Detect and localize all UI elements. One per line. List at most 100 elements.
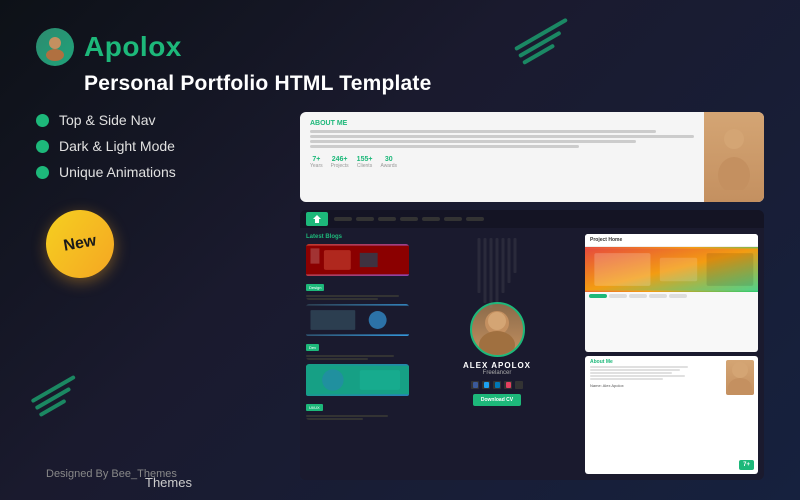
about-line-4 [590,375,685,377]
about-preview: About Me Name: Alex Apolox [585,356,758,474]
preview-line-1 [310,130,656,133]
preview-main-inner: Latest Blogs [300,228,764,480]
stat-item-1: 7+ Years [310,156,323,169]
blog-desc-6 [306,418,363,420]
blog-img-2 [306,304,409,336]
vert-line-6 [508,238,511,283]
blog-desc-5 [306,415,388,417]
portfolio-pill-3 [629,294,647,298]
portfolio-preview: Project Home [585,234,758,352]
nav-dot-1 [334,217,352,221]
portfolio-pill-1 [589,294,607,298]
new-badge: New [41,205,120,284]
nav-dot-5 [422,217,440,221]
left-panel: Top & Side Nav Dark & Light Mode Unique … [36,112,276,480]
feature-item-3: Unique Animations [36,164,276,180]
hero-title: Freelancer [483,370,512,376]
about-info-text: Name: Alex Apolox [590,383,624,388]
social-icon-tw [482,381,490,389]
brand-title: Apolox [84,31,182,63]
stat-item-2: 246+ Projects [331,156,349,169]
preview-hero: ALEX APOLOX Freelancer [415,228,579,480]
preview-right-section: Project Home [579,228,764,480]
preview-text-lines [310,130,694,148]
feature-dot-2 [36,140,49,153]
stat-number-2: 246+ [332,156,348,163]
blog-tag-1: Design [306,284,324,291]
vert-line-3 [490,238,493,308]
feature-dot-1 [36,114,49,127]
brand-avatar [36,28,74,66]
themes-label: Themes [145,475,192,490]
stat-number-4: 30 [385,156,393,163]
main-subtitle: Personal Portfolio HTML Template [84,72,764,96]
header: Apolox [36,28,764,66]
social-icon-in [504,381,512,389]
feature-item-2: Dark & Light Mode [36,138,276,154]
preview-line-3 [310,140,636,143]
preview-line-4 [310,145,579,148]
content-area: Top & Side Nav Dark & Light Mode Unique … [36,112,764,480]
feature-dot-3 [36,166,49,179]
vert-line-5 [502,238,505,293]
portfolio-pill-2 [609,294,627,298]
nav-home-btn [306,212,328,226]
blogs-colored: Blogs [325,234,342,240]
stat-number-1: 7+ [312,156,320,163]
social-icon-fb [471,381,479,389]
portfolio-pills [585,292,758,300]
vert-line-2 [484,238,487,303]
vert-line-1 [478,238,481,293]
nav-dot-2 [356,217,374,221]
stat-item-4: 30 Awards [380,156,397,169]
stat-label-2: Projects [331,163,349,169]
portrait-bg [704,112,764,202]
preview-main: Latest Blogs [300,210,764,480]
about-portrait [726,360,754,395]
blog-card-3: UI/UX [306,364,409,420]
vert-lines [478,238,517,308]
nav-dot-7 [466,217,484,221]
preview-stats: 7+ Years 246+ Projects 155+ Clients 30 [310,156,694,169]
hero-download-btn[interactable]: Download CV [473,394,521,406]
preview-top-content: ABOUT ME 7+ Years 246+ [300,112,704,202]
about-line-1 [590,366,688,368]
feature-text-1: Top & Side Nav [59,112,156,128]
right-panel: ABOUT ME 7+ Years 246+ [300,112,764,480]
stat-label-1: Years [310,163,323,169]
stat-item-3: 155+ Clients [357,156,373,169]
preview-nav [300,210,764,228]
blogs-latest: Latest [306,234,324,240]
nav-dot-3 [378,217,396,221]
stat-label-3: Clients [357,163,372,169]
nav-dot-4 [400,217,418,221]
blog-desc-1 [306,295,399,297]
feature-text-3: Unique Animations [59,164,176,180]
preview-line-2 [310,135,694,138]
vert-line-4 [496,238,499,303]
blog-img-3 [306,364,409,396]
blog-desc-3 [306,355,394,357]
blogs-title: Latest Blogs [306,234,409,240]
blog-tag-3: UI/UX [306,404,323,411]
preview-about-label: ABOUT ME [310,120,694,127]
preview-portrait [704,112,764,202]
main-container: Apolox Personal Portfolio HTML Template … [0,0,800,500]
feature-item-1: Top & Side Nav [36,112,276,128]
blog-desc-4 [306,358,368,360]
portfolio-header: Project Home [585,234,758,247]
portfolio-pill-4 [649,294,667,298]
nav-dots [334,217,484,221]
features-list: Top & Side Nav Dark & Light Mode Unique … [36,112,276,180]
preview-blogs: Latest Blogs [300,228,415,480]
portfolio-pill-5 [669,294,687,298]
about-line-2 [590,369,680,371]
feature-text-2: Dark & Light Mode [59,138,175,154]
blog-card-2: Dev [306,304,409,360]
hero-name: ALEX APOLOX [463,361,531,370]
blog-card-1: Design [306,244,409,300]
hero-avatar [470,302,525,357]
hero-social [471,381,523,389]
preview-top: ABOUT ME 7+ Years 246+ [300,112,764,202]
blog-tag-2: Dev [306,344,319,351]
